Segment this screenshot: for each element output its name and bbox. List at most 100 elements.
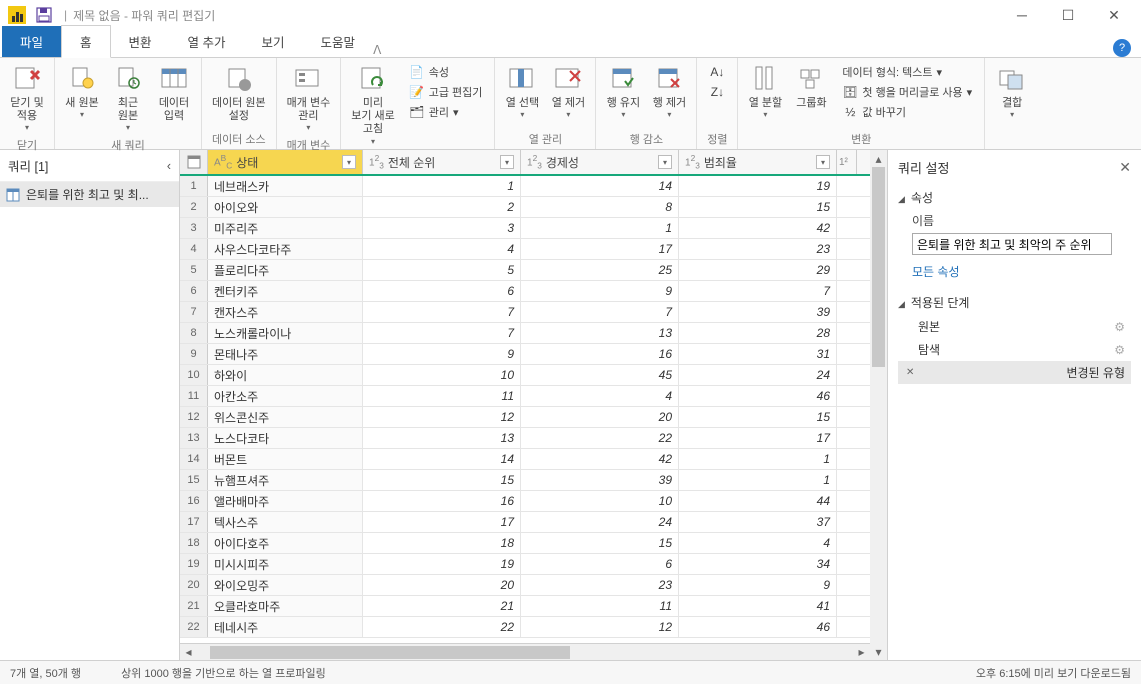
scroll-up-icon[interactable]: ▴ <box>870 150 887 167</box>
table-row[interactable]: 1네브래스카11419 <box>180 176 870 197</box>
cell[interactable]: 41 <box>679 596 837 616</box>
cell[interactable]: 17 <box>679 428 837 448</box>
table-row[interactable]: 16앨라배마주161044 <box>180 491 870 512</box>
cell[interactable]: 플로리다주 <box>208 260 363 280</box>
cell[interactable]: 3 <box>363 218 521 238</box>
first-row-headers-button[interactable]: 🗄첫 행을 머리글로 사용 ▾ <box>840 83 974 101</box>
table-row[interactable]: 17텍사스주172437 <box>180 512 870 533</box>
advanced-editor-button[interactable]: 📝고급 편집기 <box>407 83 485 101</box>
scroll-left-icon[interactable]: ◂ <box>180 644 197 661</box>
scroll-right-icon[interactable]: ▸ <box>853 644 870 661</box>
cell[interactable]: 17 <box>363 512 521 532</box>
cell[interactable]: 34 <box>679 554 837 574</box>
cell[interactable]: 23 <box>679 239 837 259</box>
cell[interactable]: 4 <box>521 386 679 406</box>
scroll-thumb-v[interactable] <box>872 167 885 367</box>
cell[interactable]: 앨라배마주 <box>208 491 363 511</box>
scroll-thumb-h[interactable] <box>210 646 570 659</box>
cell[interactable]: 2 <box>363 197 521 217</box>
row-number[interactable]: 17 <box>180 512 208 532</box>
cell[interactable]: 7 <box>363 323 521 343</box>
cell[interactable]: 23 <box>521 575 679 595</box>
remove-columns-button[interactable]: 열 제거▾ <box>547 61 589 122</box>
table-row[interactable]: 20와이오밍주20239 <box>180 575 870 596</box>
cell[interactable]: 19 <box>679 176 837 196</box>
cell[interactable]: 19 <box>363 554 521 574</box>
cell[interactable]: 6 <box>521 554 679 574</box>
cell[interactable]: 10 <box>521 491 679 511</box>
row-number[interactable]: 13 <box>180 428 208 448</box>
cell[interactable]: 미주리주 <box>208 218 363 238</box>
cell[interactable]: 44 <box>679 491 837 511</box>
cell[interactable]: 6 <box>363 281 521 301</box>
cell[interactable]: 13 <box>363 428 521 448</box>
cell[interactable]: 버몬트 <box>208 449 363 469</box>
cell[interactable]: 42 <box>521 449 679 469</box>
table-row[interactable]: 10하와이104524 <box>180 365 870 386</box>
minimize-button[interactable]: ─ <box>999 0 1045 30</box>
cell[interactable]: 39 <box>521 470 679 490</box>
table-row[interactable]: 18아이다호주18154 <box>180 533 870 554</box>
cell[interactable]: 46 <box>679 617 837 637</box>
ribbon-collapse-icon[interactable]: ᐱ <box>373 43 381 57</box>
tab-file[interactable]: 파일 <box>2 26 61 57</box>
cell[interactable]: 15 <box>679 407 837 427</box>
cell[interactable]: 아칸소주 <box>208 386 363 406</box>
horizontal-scrollbar[interactable]: ◂ ▸ <box>180 643 870 660</box>
row-number[interactable]: 19 <box>180 554 208 574</box>
table-row[interactable]: 3미주리주3142 <box>180 218 870 239</box>
data-source-settings-button[interactable]: 데이터 원본 설정 <box>208 61 270 125</box>
cell[interactable]: 12 <box>363 407 521 427</box>
row-number[interactable]: 12 <box>180 407 208 427</box>
manage-button[interactable]: 🗂관리 ▾ <box>407 103 485 121</box>
row-number[interactable]: 7 <box>180 302 208 322</box>
cell[interactable]: 테네시주 <box>208 617 363 637</box>
row-number[interactable]: 22 <box>180 617 208 637</box>
column-header-0[interactable]: ABC상태▾ <box>208 150 363 174</box>
filter-dropdown-icon[interactable]: ▾ <box>816 155 830 169</box>
query-list-item[interactable]: 은퇴를 위한 최고 및 최... <box>0 182 179 207</box>
group-by-button[interactable]: 그룹화 <box>790 61 832 112</box>
column-header-3[interactable]: 123범죄율▾ <box>679 150 837 174</box>
cell[interactable]: 14 <box>521 176 679 196</box>
manage-parameters-button[interactable]: 매개 변수 관리▾ <box>283 61 335 135</box>
keep-rows-button[interactable]: 행 유지▾ <box>602 61 644 122</box>
row-number[interactable]: 3 <box>180 218 208 238</box>
column-header-more[interactable]: 1² <box>837 150 857 174</box>
recent-sources-button[interactable]: 최근 원본▾ <box>107 61 149 135</box>
cell[interactable]: 9 <box>521 281 679 301</box>
cell[interactable]: 31 <box>679 344 837 364</box>
close-panel-icon[interactable]: ✕ <box>1119 159 1131 176</box>
row-number[interactable]: 9 <box>180 344 208 364</box>
cell[interactable]: 13 <box>521 323 679 343</box>
combine-button[interactable]: 결합▾ <box>991 61 1033 122</box>
table-row[interactable]: 2아이오와2815 <box>180 197 870 218</box>
tab-add-column[interactable]: 열 추가 <box>170 26 244 57</box>
table-row[interactable]: 21오클라호마주211141 <box>180 596 870 617</box>
properties-section-header[interactable]: 속성 <box>898 185 1131 210</box>
sort-asc-button[interactable]: A↓ <box>707 63 727 81</box>
scroll-down-icon[interactable]: ▾ <box>870 643 887 660</box>
column-header-1[interactable]: 123전체 순위▾ <box>363 150 521 174</box>
cell[interactable]: 12 <box>521 617 679 637</box>
all-properties-link[interactable]: 모든 속성 <box>898 261 1131 290</box>
cell[interactable]: 뉴햄프셔주 <box>208 470 363 490</box>
sort-desc-button[interactable]: Z↓ <box>707 83 727 101</box>
cell[interactable]: 7 <box>521 302 679 322</box>
split-column-button[interactable]: 열 분할▾ <box>744 61 786 122</box>
grid-corner[interactable] <box>180 150 208 174</box>
cell[interactable]: 17 <box>521 239 679 259</box>
cell[interactable]: 1 <box>521 218 679 238</box>
row-number[interactable]: 4 <box>180 239 208 259</box>
row-number[interactable]: 2 <box>180 197 208 217</box>
cell[interactable]: 노스다코타 <box>208 428 363 448</box>
cell[interactable]: 16 <box>363 491 521 511</box>
cell[interactable]: 위스콘신주 <box>208 407 363 427</box>
tab-view[interactable]: 보기 <box>244 26 303 57</box>
table-row[interactable]: 8노스캐롤라이나71328 <box>180 323 870 344</box>
save-icon[interactable] <box>36 7 52 23</box>
cell[interactable]: 16 <box>521 344 679 364</box>
cell[interactable]: 28 <box>679 323 837 343</box>
cell[interactable]: 1 <box>679 449 837 469</box>
cell[interactable]: 5 <box>363 260 521 280</box>
